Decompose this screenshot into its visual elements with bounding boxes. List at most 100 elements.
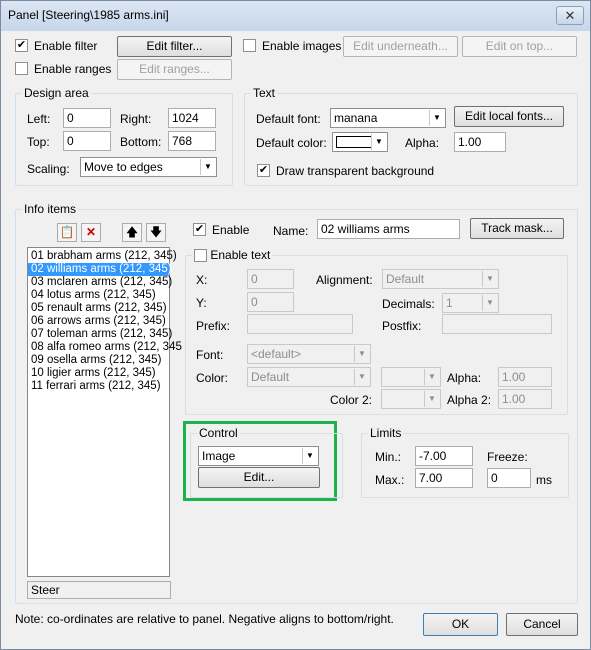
info-items-footer: Steer bbox=[27, 581, 171, 599]
left-field[interactable]: 0 bbox=[63, 108, 111, 128]
list-item[interactable]: 10 ligier arms (212, 345) bbox=[28, 367, 169, 380]
control-type-select[interactable]: Image ▼ bbox=[198, 446, 319, 466]
list-item[interactable]: 06 arrows arms (212, 345) bbox=[28, 315, 169, 328]
list-item[interactable]: 05 renault arms (212, 345) bbox=[28, 302, 169, 315]
freeze-field[interactable]: 0 bbox=[487, 468, 531, 488]
edit-local-fonts-button[interactable]: Edit local fonts... bbox=[454, 106, 564, 127]
default-color-select[interactable]: ▼ bbox=[332, 132, 388, 152]
checkmark-icon: ✔ bbox=[258, 164, 269, 176]
move-down-button[interactable]: 🡇 bbox=[146, 223, 166, 242]
enable-ranges-checkbox[interactable] bbox=[15, 62, 28, 75]
dropdown-arrow-icon: ▼ bbox=[482, 271, 497, 287]
ms-label: ms bbox=[536, 473, 552, 487]
color2-select[interactable]: ▼ bbox=[381, 389, 441, 409]
color-swatch-select[interactable]: ▼ bbox=[381, 367, 441, 387]
default-font-label: Default font: bbox=[256, 112, 321, 126]
list-item[interactable]: 01 brabham arms (212, 345) bbox=[28, 250, 177, 263]
postfix-field[interactable] bbox=[442, 314, 552, 334]
decimals-select[interactable]: 1 ▼ bbox=[442, 293, 499, 313]
list-item[interactable]: 09 osella arms (212, 345) bbox=[28, 354, 169, 367]
enable-item-label: Enable bbox=[212, 223, 250, 237]
name-label: Name: bbox=[273, 224, 309, 238]
add-item-icon: 📋 bbox=[59, 225, 75, 239]
left-label: Left: bbox=[27, 112, 51, 126]
title-bar: Panel [Steering\1985 arms.ini] ✕ bbox=[1, 1, 590, 31]
enable-images-checkbox[interactable] bbox=[243, 39, 256, 52]
name-field[interactable]: 02 williams arms bbox=[317, 219, 460, 239]
alignment-select[interactable]: Default ▼ bbox=[382, 269, 499, 289]
default-font-select[interactable]: manana ▼ bbox=[330, 108, 446, 128]
draw-transparent-checkbox[interactable]: ✔ bbox=[257, 164, 270, 177]
list-item[interactable]: 02 williams arms (212, 345) bbox=[28, 263, 172, 276]
right-field[interactable]: 1024 bbox=[168, 108, 216, 128]
edit-underneath-button[interactable]: Edit underneath... bbox=[343, 36, 458, 57]
bottom-field[interactable]: 768 bbox=[168, 131, 216, 151]
top-label: Top: bbox=[27, 135, 50, 149]
alpha2-field[interactable]: 1.00 bbox=[498, 389, 552, 409]
font-select[interactable]: <default> ▼ bbox=[247, 344, 371, 364]
move-down-icon: 🡇 bbox=[149, 225, 163, 239]
design-area-legend: Design area bbox=[22, 86, 91, 100]
window-title: Panel [Steering\1985 arms.ini] bbox=[8, 8, 169, 22]
prefix-field[interactable] bbox=[247, 314, 353, 334]
y-field[interactable]: 0 bbox=[247, 292, 294, 312]
text-alpha-label: Alpha: bbox=[405, 136, 440, 150]
enable-filter-checkbox[interactable]: ✔ bbox=[15, 39, 28, 52]
close-button[interactable]: ✕ bbox=[556, 6, 584, 25]
edit-ranges-button[interactable]: Edit ranges... bbox=[117, 59, 232, 80]
panel-dialog: Panel [Steering\1985 arms.ini] ✕ ✔ Enabl… bbox=[0, 0, 591, 650]
list-item[interactable]: 04 lotus arms (212, 345) bbox=[28, 289, 169, 302]
delete-item-button[interactable]: ✕ bbox=[81, 223, 101, 242]
list-item[interactable]: 03 mclaren arms (212, 345) bbox=[28, 276, 172, 289]
add-item-button[interactable]: 📋 bbox=[57, 223, 77, 242]
control-type-value: Image bbox=[202, 449, 236, 463]
min-field[interactable]: -7.00 bbox=[415, 446, 473, 466]
enable-item-checkbox[interactable]: ✔ bbox=[193, 223, 206, 236]
cancel-button[interactable]: Cancel bbox=[506, 613, 578, 636]
prefix-label: Prefix: bbox=[196, 319, 231, 333]
info-items-legend: Info items bbox=[22, 202, 79, 216]
x-field[interactable]: 0 bbox=[247, 269, 294, 289]
enable-text-label: Enable text bbox=[210, 248, 271, 262]
max-label: Max.: bbox=[375, 473, 405, 487]
info-items-list[interactable]: 01 brabham arms (212, 345) 02 williams ar… bbox=[27, 247, 182, 577]
decimals-label: Decimals: bbox=[382, 297, 435, 311]
enable-filter-label: Enable filter bbox=[34, 39, 98, 53]
enable-text-checkbox[interactable] bbox=[194, 249, 207, 263]
move-up-button[interactable]: 🡅 bbox=[122, 223, 142, 242]
font-label: Font: bbox=[196, 348, 224, 362]
color-label: Color: bbox=[196, 371, 229, 385]
close-icon: ✕ bbox=[564, 8, 576, 23]
default-color-label: Default color: bbox=[256, 136, 327, 150]
scaling-label: Scaling: bbox=[27, 162, 70, 176]
text-legend: Text bbox=[251, 86, 278, 100]
list-item[interactable]: 11 ferrari arms (212, 345) bbox=[28, 380, 169, 393]
dropdown-arrow-icon: ▼ bbox=[424, 369, 439, 385]
scaling-select[interactable]: Move to edges ▼ bbox=[80, 157, 217, 177]
item-alpha-field[interactable]: 1.00 bbox=[498, 367, 552, 387]
right-label: Right: bbox=[120, 112, 152, 126]
control-edit-button[interactable]: Edit... bbox=[198, 467, 320, 488]
dropdown-arrow-icon: ▼ bbox=[482, 295, 497, 311]
list-item[interactable]: 07 toleman arms (212, 345) bbox=[28, 328, 172, 341]
freeze-label: Freeze: bbox=[487, 450, 528, 464]
enable-images-label: Enable images bbox=[262, 39, 342, 53]
color2-label: Color 2: bbox=[330, 393, 373, 407]
text-alpha-field[interactable]: 1.00 bbox=[454, 132, 506, 152]
alignment-value: Default bbox=[386, 272, 425, 286]
edit-filter-button[interactable]: Edit filter... bbox=[117, 36, 232, 57]
color-select[interactable]: Default ▼ bbox=[247, 367, 371, 387]
item-alpha-label: Alpha: bbox=[447, 371, 482, 385]
checkmark-icon: ✔ bbox=[16, 39, 27, 51]
ok-button[interactable]: OK bbox=[423, 613, 498, 636]
postfix-label: Postfix: bbox=[382, 319, 422, 333]
list-item[interactable]: 08 alfa romeo arms (212, 345 bbox=[28, 341, 182, 354]
limits-legend: Limits bbox=[368, 426, 404, 440]
track-mask-button[interactable]: Track mask... bbox=[470, 218, 564, 239]
edit-on-top-button[interactable]: Edit on top... bbox=[462, 36, 577, 57]
x-label: X: bbox=[196, 273, 208, 287]
top-field[interactable]: 0 bbox=[63, 131, 111, 151]
checkmark-icon: ✔ bbox=[194, 223, 205, 235]
max-field[interactable]: 7.00 bbox=[415, 468, 473, 488]
bottom-label: Bottom: bbox=[120, 135, 162, 149]
